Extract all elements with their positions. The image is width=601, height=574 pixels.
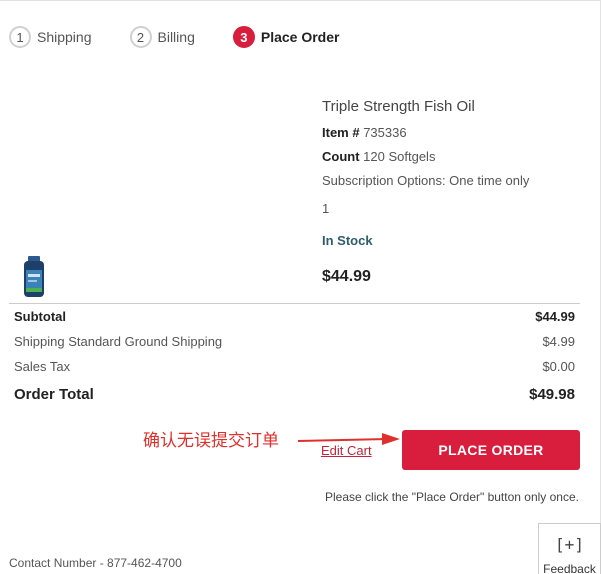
order-total-row: Order Total $49.98	[14, 382, 575, 410]
product-count: Count 120 Softgels	[322, 149, 582, 165]
shipping-value: $4.99	[542, 334, 575, 349]
step-shipping[interactable]: 1 Shipping	[9, 26, 92, 48]
order-summary: Subtotal $44.99 Shipping Standard Ground…	[14, 307, 575, 410]
subtotal-label: Subtotal	[14, 309, 66, 324]
subscription-option: Subscription Options: One time only	[322, 173, 530, 188]
place-order-button[interactable]: PLACE ORDER	[402, 430, 580, 470]
tax-label: Sales Tax	[14, 359, 71, 374]
place-order-note: Please click the "Place Order" button on…	[325, 490, 579, 504]
shipping-label: Shipping Standard Ground Shipping	[14, 334, 223, 349]
count-value: 120 Softgels	[363, 149, 436, 164]
tax-row: Sales Tax $0.00	[14, 357, 575, 382]
checkout-page: 1 Shipping 2 Billing 3 Place Order Tripl…	[0, 0, 601, 574]
order-total-value: $49.98	[529, 386, 575, 403]
product-quantity: 1	[322, 201, 330, 216]
checkout-steps: 1 Shipping 2 Billing 3 Place Order	[9, 24, 377, 50]
product-price: $44.99	[322, 268, 371, 285]
edit-cart-link[interactable]: Edit Cart	[321, 443, 372, 458]
product-item-number: Item # 735336	[322, 125, 582, 141]
feedback-label: Feedback	[543, 562, 596, 574]
stock-status: In Stock	[322, 233, 373, 248]
product-name[interactable]: Triple Strength Fish Oil	[322, 97, 582, 117]
step-billing[interactable]: 2 Billing	[129, 26, 195, 48]
step-number: 3	[232, 26, 255, 48]
step-number: 2	[129, 26, 152, 48]
tax-value: $0.00	[542, 359, 575, 374]
step-label: Place Order	[260, 29, 340, 45]
product-details: Triple Strength Fish Oil Item # 735336 C…	[322, 97, 582, 287]
feedback-icon: [+]	[555, 535, 584, 554]
subtotal-value: $44.99	[535, 309, 575, 324]
step-number: 1	[9, 26, 31, 48]
step-place-order[interactable]: 3 Place Order	[232, 26, 340, 48]
summary-divider	[9, 303, 580, 304]
contact-number: Contact Number - 877-462-4700	[9, 556, 182, 570]
annotation-text: 确认无误提交订单	[143, 431, 279, 451]
item-label: Item #	[322, 125, 360, 140]
product-image[interactable]	[22, 256, 46, 298]
step-label: Billing	[157, 29, 195, 45]
item-value: 735336	[363, 125, 407, 140]
step-label: Shipping	[37, 29, 92, 45]
feedback-button[interactable]: [+] Feedback	[538, 523, 601, 574]
order-total-label: Order Total	[14, 386, 94, 403]
subtotal-row: Subtotal $44.99	[14, 307, 575, 332]
count-label: Count	[322, 149, 360, 164]
shipping-row: Shipping Standard Ground Shipping $4.99	[14, 332, 575, 357]
